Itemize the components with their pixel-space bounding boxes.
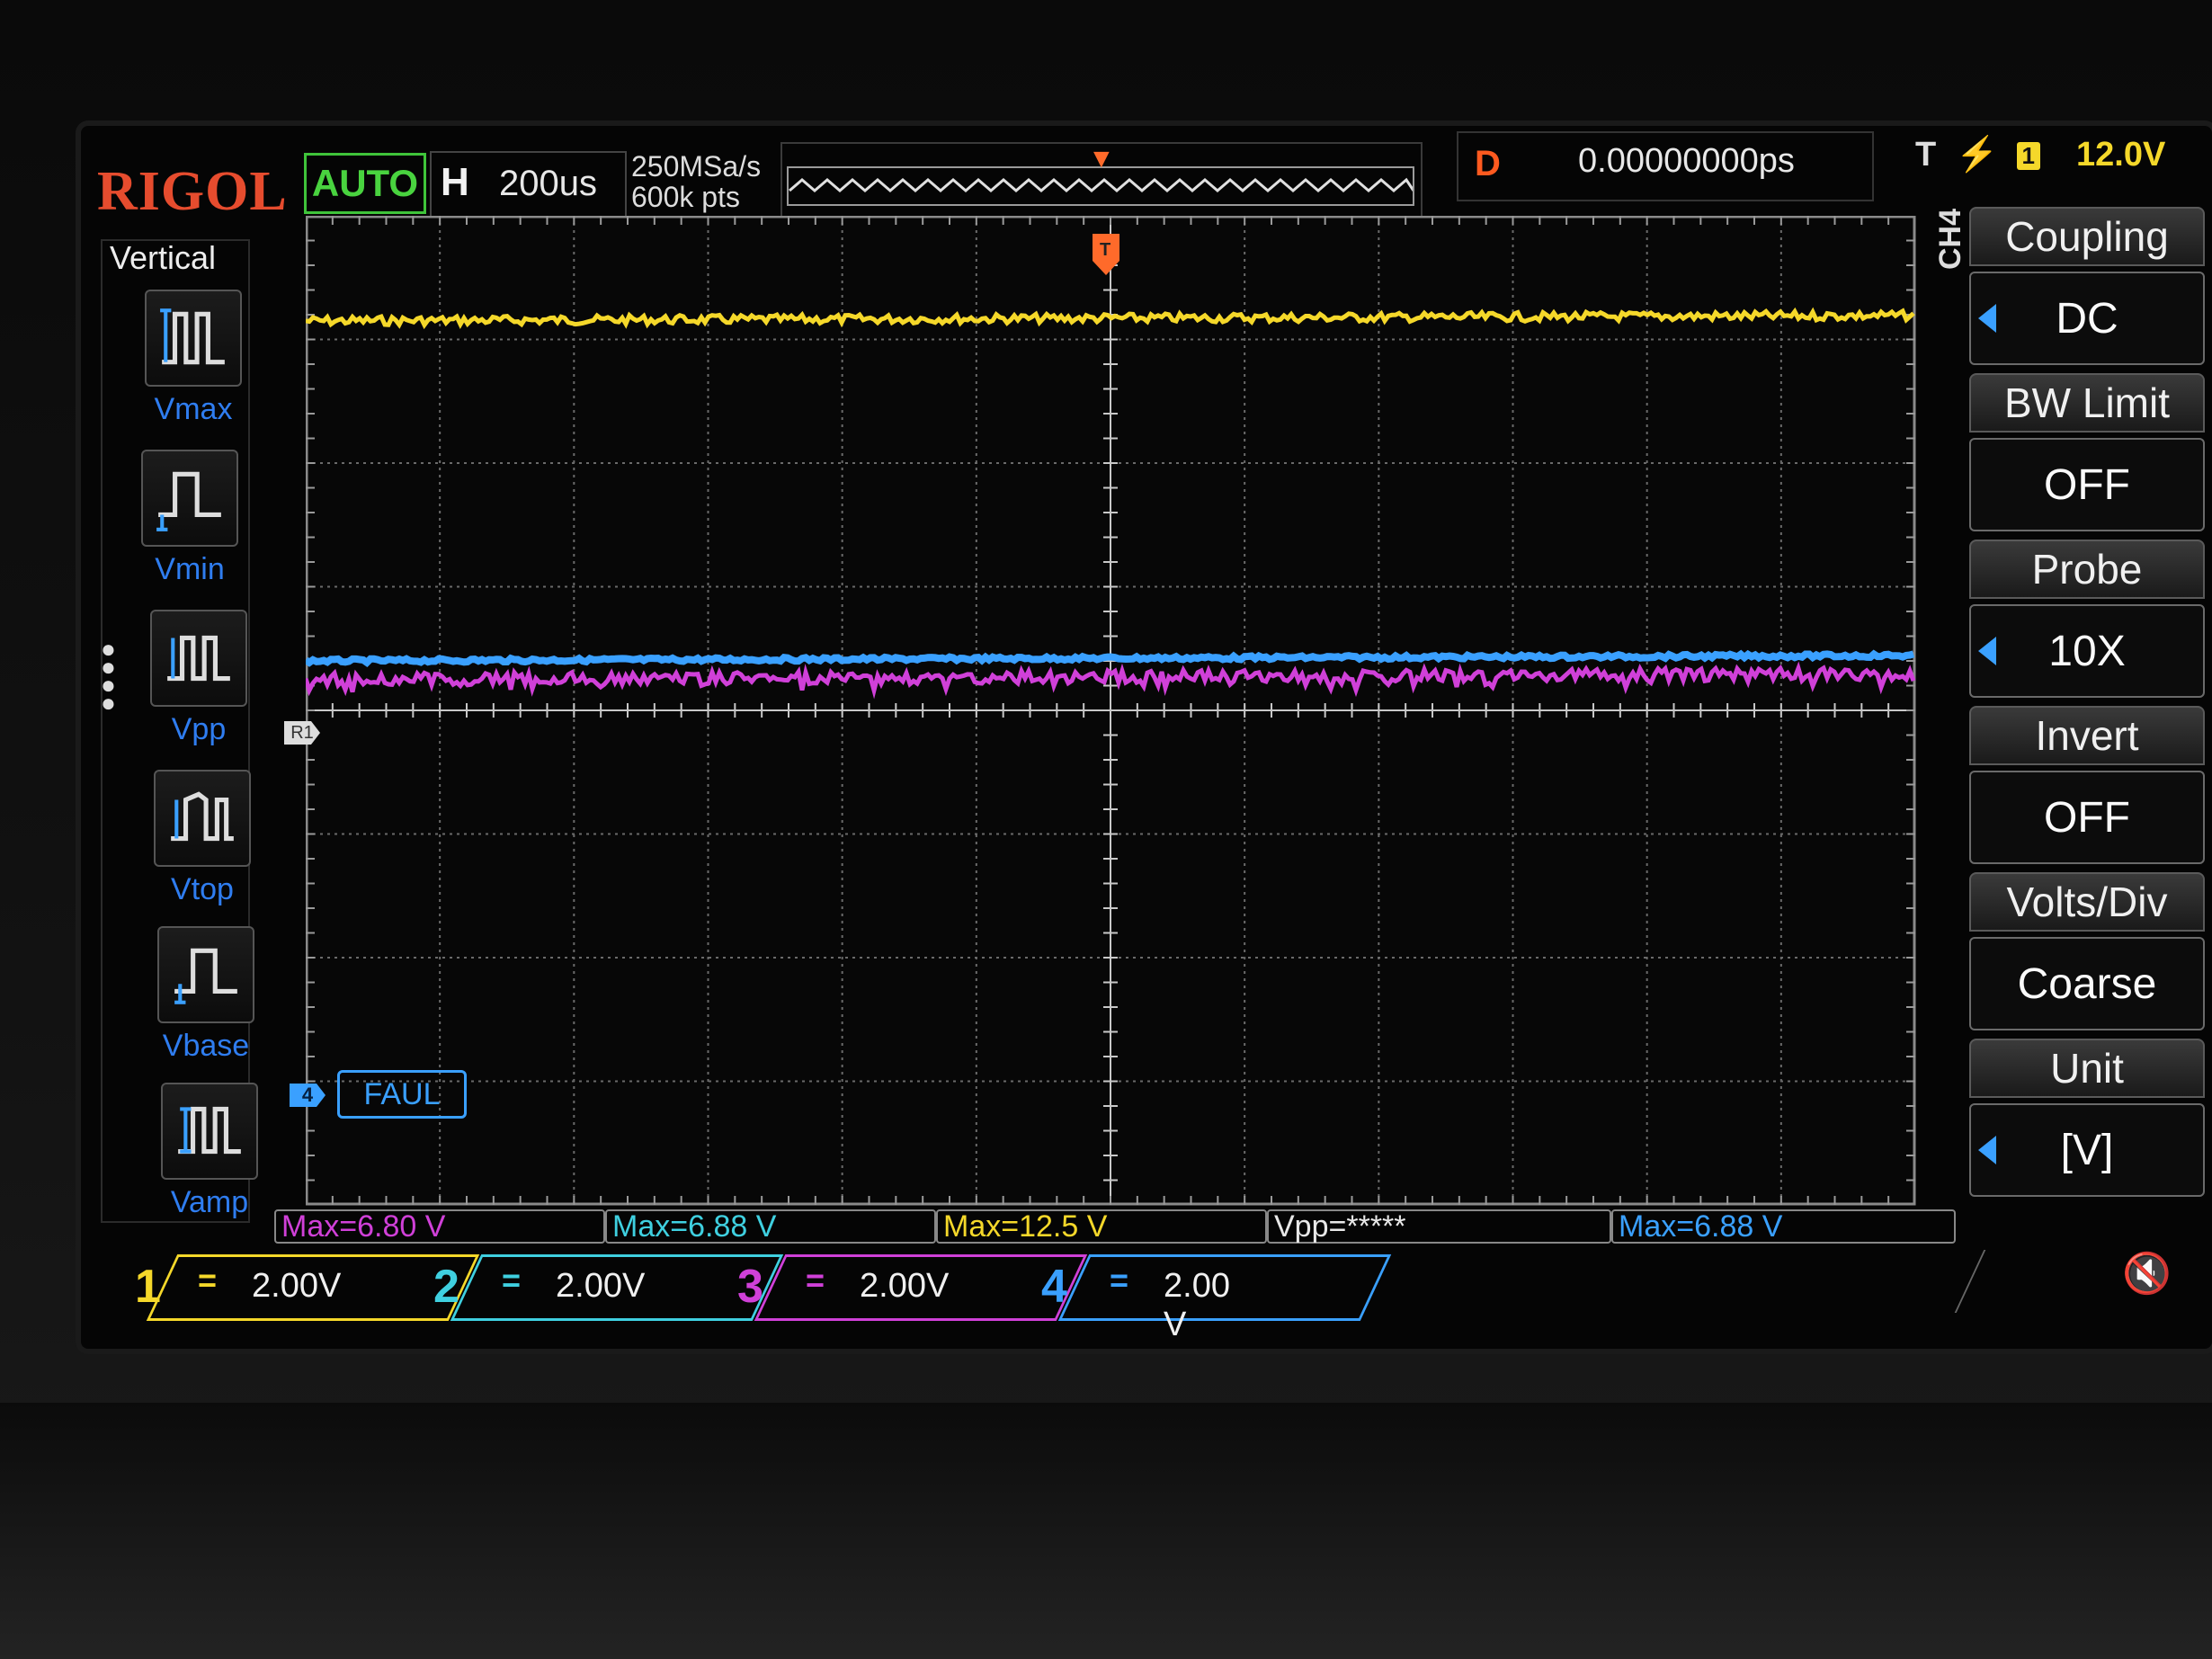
- vbase-label: Vbase: [162, 1029, 250, 1063]
- probe-value-text: 10X: [2048, 627, 2126, 675]
- active-channel-tag: CH4: [1933, 208, 1967, 270]
- unit-softkey[interactable]: Unit [V]: [1969, 1039, 2205, 1200]
- horizontal-label: H: [441, 160, 469, 204]
- acquisition-info: 250MSa/s 600k pts: [631, 151, 761, 212]
- probe-title: Probe: [1969, 540, 2205, 599]
- invert-value: OFF: [1969, 771, 2205, 864]
- waveform-graticule[interactable]: T: [306, 216, 1924, 1214]
- measurement-ch2[interactable]: Max=6.88 V: [605, 1209, 936, 1244]
- measurement-vpp[interactable]: Vpp=*****: [1267, 1209, 1611, 1244]
- dc-coupling-icon: =: [502, 1262, 522, 1298]
- trigger-source-badge: 1: [2016, 142, 2041, 171]
- unit-title: Unit: [1969, 1039, 2205, 1098]
- ch4-label-tag: FAUL: [337, 1070, 467, 1119]
- trigger-level: 12.0V: [2076, 136, 2166, 174]
- cycle-arrow-icon: [1978, 1136, 1996, 1164]
- cycle-arrow-icon: [1978, 637, 1996, 665]
- channel-4-number: 4: [1041, 1261, 1067, 1313]
- sound-muted-icon[interactable]: 🔇: [2122, 1250, 2172, 1297]
- volts-div-title: Volts/Div: [1969, 872, 2205, 932]
- menu-more-icon: ● ● ● ●: [101, 635, 116, 717]
- measure-vpp-button[interactable]: Vpp: [131, 610, 266, 747]
- bezel-bottom: [0, 1403, 2212, 1659]
- trigger-label: T: [1915, 136, 1937, 174]
- channel-4-scale: 2.00 V: [1164, 1267, 1230, 1343]
- volts-div-softkey[interactable]: Volts/Div Coarse: [1969, 872, 2205, 1034]
- vpp-icon: [150, 610, 247, 707]
- probe-value: 10X: [1969, 604, 2205, 698]
- vamp-icon: [161, 1083, 258, 1180]
- vtop-icon: [154, 770, 251, 867]
- rising-edge-icon: ⚡: [1956, 136, 1999, 174]
- dc-coupling-icon: =: [1110, 1262, 1129, 1298]
- bw-limit-value: OFF: [1969, 438, 2205, 531]
- grid-lines: [306, 216, 1916, 1206]
- channel-2-number: 2: [433, 1261, 459, 1313]
- bw-limit-title: BW Limit: [1969, 373, 2205, 433]
- trigger-status[interactable]: T ⚡ 1 12.0V: [1915, 135, 2165, 174]
- dc-coupling-icon: =: [806, 1262, 825, 1298]
- measure-vbase-button[interactable]: Vbase: [138, 926, 273, 1064]
- timeline-trigger-icon: ▼: [1088, 144, 1115, 174]
- vmax-label: Vmax: [154, 392, 233, 426]
- delay-value: 0.00000000ps: [1578, 142, 1795, 180]
- vmax-icon: [145, 290, 242, 387]
- volts-div-value: Coarse: [1969, 937, 2205, 1030]
- cycle-arrow-icon: [1978, 304, 1996, 333]
- dc-coupling-icon: =: [198, 1262, 218, 1298]
- coupling-title: Coupling: [1969, 207, 2205, 266]
- vertical-menu-title: Vertical: [110, 239, 217, 276]
- channel-3-scale: 2.00V: [860, 1267, 950, 1305]
- measure-vtop-button[interactable]: Vtop: [135, 770, 270, 907]
- sample-rate: 250MSa/s: [631, 150, 762, 183]
- bw-limit-softkey[interactable]: BW Limit OFF: [1969, 373, 2205, 535]
- channel-1-number: 1: [135, 1261, 161, 1313]
- measurement-ch3[interactable]: Max=6.80 V: [274, 1209, 605, 1244]
- brand-logo: RIGOL: [97, 161, 288, 222]
- vamp-label: Vamp: [170, 1185, 249, 1219]
- channel-2-scale: 2.00V: [556, 1267, 646, 1305]
- timebase-value: 200us: [499, 164, 597, 203]
- svg-text:T: T: [1100, 240, 1110, 260]
- run-mode-badge[interactable]: AUTO: [304, 153, 426, 214]
- measurement-ch4[interactable]: Max=6.88 V: [1611, 1209, 1956, 1244]
- invert-title: Invert: [1969, 706, 2205, 765]
- vpp-label: Vpp: [171, 712, 227, 746]
- measure-vamp-button[interactable]: Vamp: [142, 1083, 277, 1220]
- memory-depth: 600k pts: [631, 181, 740, 213]
- measure-vmin-button[interactable]: Vmin: [122, 450, 257, 587]
- delay-label: D: [1475, 144, 1501, 183]
- coupling-softkey[interactable]: Coupling DC: [1969, 207, 2205, 369]
- measurement-ch1[interactable]: Max=12.5 V: [936, 1209, 1267, 1244]
- vmin-label: Vmin: [155, 552, 225, 586]
- vbase-icon: [157, 926, 254, 1023]
- coupling-value-text: DC: [2056, 294, 2118, 343]
- channel-3-number: 3: [737, 1261, 763, 1313]
- unit-value: [V]: [1969, 1103, 2205, 1197]
- probe-softkey[interactable]: Probe 10X: [1969, 540, 2205, 701]
- measure-vmax-button[interactable]: Vmax: [126, 290, 261, 427]
- coupling-value: DC: [1969, 272, 2205, 365]
- channel-1-scale: 2.00V: [252, 1267, 342, 1305]
- invert-softkey[interactable]: Invert OFF: [1969, 706, 2205, 868]
- vmin-icon: [141, 450, 238, 547]
- vtop-label: Vtop: [171, 872, 234, 906]
- unit-value-text: [V]: [2060, 1126, 2114, 1174]
